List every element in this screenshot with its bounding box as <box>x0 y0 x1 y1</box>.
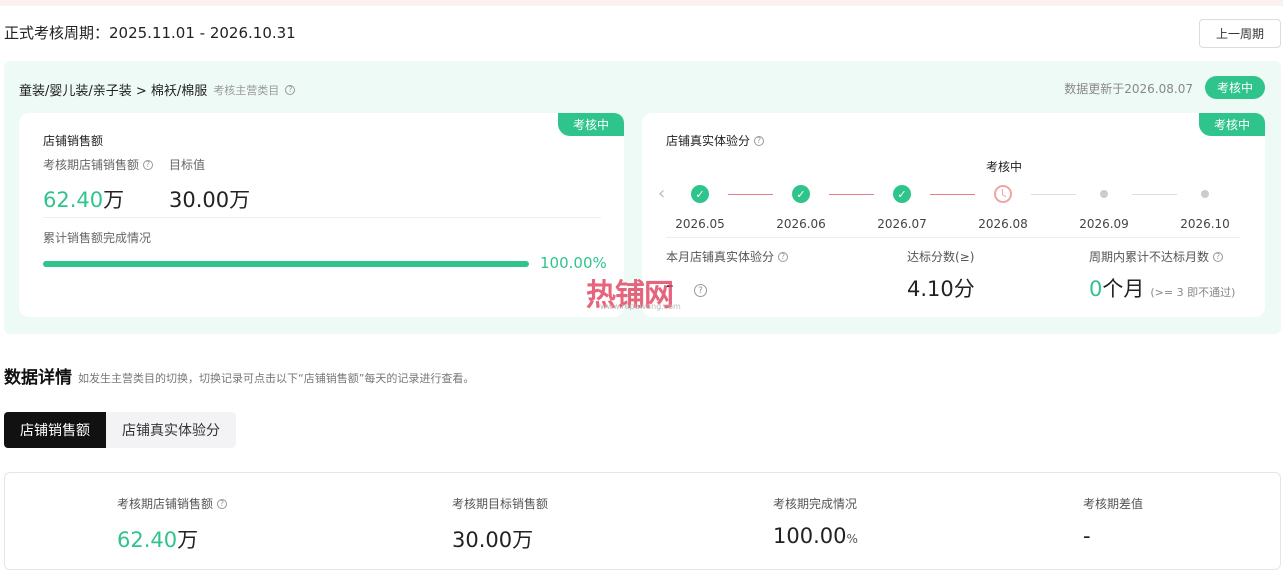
help-icon[interactable]: ? <box>285 84 296 95</box>
divider <box>43 217 601 218</box>
timeline-month-label: 2026.08 <box>978 217 1028 231</box>
data-updated-text: 数据更新于2026.08.07 <box>1064 82 1193 96</box>
target-label: 目标值 <box>169 158 206 172</box>
details-section-title: 数据详情 <box>4 368 72 388</box>
detail-sales-label: 考核期店铺销售额 ? <box>117 495 228 512</box>
help-icon[interactable]: ? <box>217 498 228 509</box>
timeline-node-done: ✓ <box>792 185 810 203</box>
previous-period-button[interactable]: 上一周期 <box>1199 19 1281 48</box>
watermark-logo: 热铺网 www.repuwang.com <box>586 270 696 313</box>
timeline-current-label: 考核中 <box>986 160 1023 174</box>
monthly-score-label: 本月店铺真实体验分 ? <box>666 248 789 265</box>
failed-months-value: 0个月 (>= 3 即不通过) <box>1089 273 1235 303</box>
chevron-left-icon[interactable]: ‹ <box>658 183 665 204</box>
failed-months-unit: 个月 <box>1102 277 1145 301</box>
detail-completion-value: 100.00% <box>773 524 858 548</box>
period-title: 正式考核周期：2025.11.01 - 2026.10.31 <box>4 24 296 42</box>
current-sales-number: 62.40 <box>43 188 104 212</box>
timeline-node-future <box>1100 190 1108 198</box>
timeline-node-future <box>1201 190 1209 198</box>
detail-completion-label: 考核期完成情况 <box>773 497 858 511</box>
failed-months-note: (>= 3 即不通过) <box>1150 286 1236 299</box>
detail-completion-number: 100.00 <box>773 524 847 548</box>
sales-status-tag: 考核中 <box>558 113 624 136</box>
sales-card-title: 店铺销售额 <box>43 134 104 148</box>
help-icon[interactable]: ? <box>143 159 154 170</box>
sales-progress-fill <box>43 261 529 267</box>
current-sales-label-text: 考核期店铺销售额 <box>43 158 140 172</box>
timeline-month-label: 2026.07 <box>877 217 927 231</box>
help-icon[interactable]: ? <box>754 135 765 146</box>
details-tabs: 店铺销售额 店铺真实体验分 <box>4 412 236 448</box>
detail-col-sales: 考核期店铺销售额 ? 62.40万 <box>117 495 228 554</box>
timeline-connector <box>1132 194 1177 195</box>
timeline-connector <box>829 194 874 195</box>
detail-sales-value: 62.40万 <box>117 524 227 554</box>
pass-score-value: 4.10分 <box>907 277 975 301</box>
watermark-url: www.repuwang.com <box>600 302 681 311</box>
detail-diff-value: - <box>1083 524 1091 548</box>
detail-col-target: 考核期目标销售额 30.00万 <box>452 495 548 554</box>
status-badge: 考核中 <box>1205 76 1265 99</box>
detail-sales-unit: 万 <box>177 528 199 552</box>
current-sales-unit: 万 <box>103 188 125 212</box>
divider <box>666 237 1240 238</box>
score-card-title: 店铺真实体验分 ? <box>666 132 765 149</box>
tab-store-sales[interactable]: 店铺销售额 <box>4 412 106 448</box>
current-sales-label: 考核期店铺销售额 ? <box>43 156 154 173</box>
sales-card: 考核中 店铺销售额 考核期店铺销售额 ? 62.40万 目标值 30.00万 累… <box>19 113 624 317</box>
help-icon[interactable]: ? <box>1213 251 1224 262</box>
target-value: 30.00万 <box>169 184 250 214</box>
failed-months-label: 周期内累计不达标月数 ? <box>1089 248 1224 265</box>
timeline-connector <box>930 194 975 195</box>
score-card-title-text: 店铺真实体验分 <box>666 134 751 148</box>
progress-label: 累计销售额完成情况 <box>43 231 152 245</box>
timeline-month-label: 2026.06 <box>776 217 826 231</box>
timeline-month-label: 2026.05 <box>675 217 725 231</box>
current-sales-value: 62.40万 <box>43 184 124 214</box>
experience-score-card: 考核中 店铺真实体验分 ? 考核中 ‹ ✓ 2026.05 ✓ 2026.06 ✓ 202… <box>642 113 1265 317</box>
score-status-tag: 考核中 <box>1199 113 1265 136</box>
breadcrumb-path: 童装/婴儿装/亲子装 > 棉袄/棉服 <box>19 84 208 99</box>
failed-months-label-text: 周期内累计不达标月数 <box>1089 250 1210 264</box>
timeline-node-done: ✓ <box>893 185 911 203</box>
timeline-node-current <box>994 185 1012 203</box>
detail-sales-label-text: 考核期店铺销售额 <box>117 497 214 511</box>
detail-completion-unit: % <box>846 532 858 546</box>
details-section-desc: 如发生主营类目的切换，切换记录可点击以下“店铺销售额”每天的记录进行查看。 <box>78 372 475 385</box>
timeline-connector <box>1031 194 1076 195</box>
details-summary: 考核期店铺销售额 ? 62.40万 考核期目标销售额 30.00万 考核期完成情… <box>4 472 1281 570</box>
target-number: 30.00 <box>169 188 230 212</box>
monthly-score-label-text: 本月店铺真实体验分 <box>666 250 775 264</box>
timeline-month-label: 2026.09 <box>1079 217 1129 231</box>
detail-sales-number: 62.40 <box>117 528 178 552</box>
top-banner-strip <box>0 0 1283 6</box>
failed-months-number: 0 <box>1089 277 1103 301</box>
timeline-month-label: 2026.10 <box>1180 217 1230 231</box>
timeline-connector <box>728 194 773 195</box>
tab-experience-score[interactable]: 店铺真实体验分 <box>106 412 236 448</box>
sales-progress-bar <box>43 261 529 267</box>
timeline-node-done: ✓ <box>691 185 709 203</box>
category-breadcrumb: 童装/婴儿装/亲子装 > 棉袄/棉服 考核主营类目 ? <box>19 80 296 99</box>
detail-col-diff: 考核期差值 - <box>1083 495 1143 548</box>
target-unit: 万 <box>229 188 251 212</box>
breadcrumb-sublabel: 考核主营类目 <box>213 83 280 97</box>
pass-score-label: 达标分数(≥) <box>907 250 975 264</box>
detail-col-completion: 考核期完成情况 100.00% <box>773 495 858 548</box>
detail-target-label: 考核期目标销售额 <box>452 497 549 511</box>
detail-diff-label: 考核期差值 <box>1083 497 1144 511</box>
help-icon[interactable]: ? <box>778 251 789 262</box>
detail-target-value: 30.00万 <box>452 528 534 552</box>
